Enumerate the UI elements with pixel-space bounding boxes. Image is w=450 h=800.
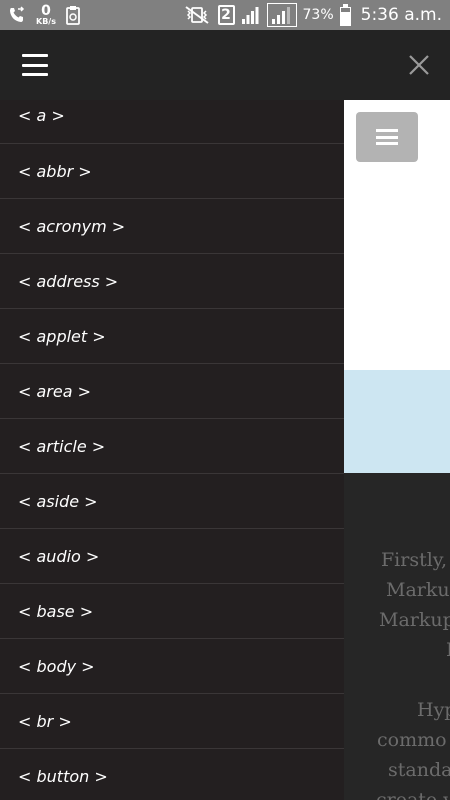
content-header (344, 100, 450, 370)
menu-icon[interactable] (22, 54, 48, 76)
network-speed: 0 KB/s (36, 4, 56, 26)
page-menu-icon (376, 129, 398, 145)
drawer-item-label: < acronym > (18, 216, 126, 236)
article-line: Hyp (417, 699, 450, 721)
article-line: Firstly, (381, 549, 448, 571)
page-content: Firstly, Marku Markup I Hyp commo standa… (344, 100, 450, 800)
article-line: Markup (379, 609, 450, 631)
page-menu-icon-bar (376, 135, 398, 139)
drawer-item-abbr[interactable]: < abbr > (0, 144, 344, 199)
drawer-item-address[interactable]: < address > (0, 254, 344, 309)
drawer-item-label: < a > (18, 106, 65, 125)
article-line: create v (376, 789, 450, 800)
article-line: standa (388, 759, 450, 781)
drawer-item-label: < aside > (18, 491, 98, 511)
article-line: Marku (386, 579, 450, 601)
navigation-drawer: < a > < abbr > < acronym > < address > <… (0, 100, 344, 800)
content-banner (344, 370, 450, 473)
status-left: 0 KB/s (8, 4, 80, 26)
recycle-clipboard-icon (66, 5, 80, 25)
clock: 5:36 a.m. (360, 5, 442, 25)
call-forward-icon (8, 6, 26, 24)
drawer-item-label: < base > (18, 601, 94, 621)
app-bar (0, 30, 450, 101)
drawer-item-aside[interactable]: < aside > (0, 474, 344, 529)
drawer-item-label: < address > (18, 271, 119, 291)
content-article: Firstly, Marku Markup I Hyp commo standa… (344, 473, 450, 800)
page-menu-icon-bar (376, 129, 398, 132)
drawer-item-label: < button > (18, 766, 108, 786)
sim-slot-indicator: 2 (217, 5, 235, 25)
battery-percent: 73% (302, 7, 334, 23)
battery-icon (339, 3, 351, 26)
drawer-item-body[interactable]: < body > (0, 639, 344, 694)
drawer-item-label: < article > (18, 436, 106, 456)
drawer-item-base[interactable]: < base > (0, 584, 344, 639)
drawer-item-acronym[interactable]: < acronym > (0, 199, 344, 254)
signal-icon (241, 5, 261, 25)
battery-fill (340, 12, 350, 25)
page-menu-icon-bar (376, 142, 398, 145)
close-icon[interactable] (406, 52, 432, 78)
vibrate-mute-icon (182, 6, 212, 24)
menu-icon-bar (22, 54, 48, 57)
screen: 0 KB/s 2 73% 5:36 a.m. < a > < abbr > < … (0, 0, 450, 800)
drawer-item-a[interactable]: < a > (0, 100, 344, 144)
drawer-item-label: < br > (18, 711, 72, 731)
signal-icon-secondary (266, 3, 297, 27)
network-speed-unit: KB/s (36, 17, 56, 26)
drawer-item-label: < abbr > (18, 161, 92, 181)
menu-icon-bar (22, 63, 48, 67)
drawer-item-button[interactable]: < button > (0, 749, 344, 800)
drawer-item-label: < audio > (18, 546, 100, 566)
drawer-item-audio[interactable]: < audio > (0, 529, 344, 584)
network-speed-value: 0 (41, 3, 51, 19)
drawer-item-label: < applet > (18, 326, 106, 346)
page-menu-button[interactable] (356, 112, 418, 162)
drawer-item-label: < area > (18, 381, 92, 401)
status-bar: 0 KB/s 2 73% 5:36 a.m. (0, 0, 450, 30)
status-right: 2 73% 5:36 a.m. (182, 3, 442, 27)
drawer-item-area[interactable]: < area > (0, 364, 344, 419)
drawer-item-applet[interactable]: < applet > (0, 309, 344, 364)
article-line: commo (377, 729, 447, 751)
drawer-item-br[interactable]: < br > (0, 694, 344, 749)
drawer-item-label: < body > (18, 656, 95, 676)
drawer-item-article[interactable]: < article > (0, 419, 344, 474)
menu-icon-bar (22, 73, 48, 76)
article-line: I (446, 639, 450, 661)
